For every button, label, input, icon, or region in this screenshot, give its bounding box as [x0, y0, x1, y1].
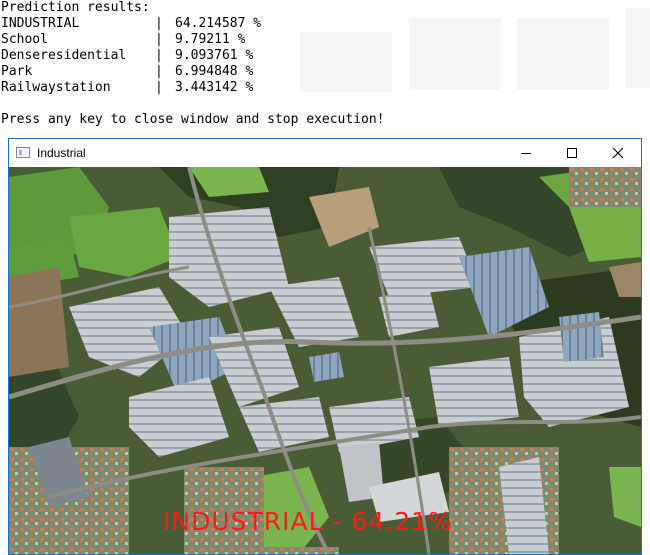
result-row: Railwaystation | 3.443142 % [1, 80, 385, 96]
background-thumbnail [625, 8, 650, 88]
probability-value: 9.093761 % [175, 48, 254, 63]
aerial-image: INDUSTRIAL - 64.21% [9, 167, 641, 554]
result-row: School | 9.79211 % [1, 32, 385, 48]
class-name: Denseresidential [1, 48, 127, 63]
class-name: Park [1, 64, 33, 79]
close-icon [612, 147, 624, 158]
probability-value: 3.443142 % [175, 80, 254, 95]
console-header: Prediction results: [1, 0, 150, 15]
maximize-icon [567, 147, 577, 158]
close-button[interactable] [595, 139, 641, 166]
separator: | [155, 64, 163, 79]
background-thumbnail [517, 18, 609, 90]
probability-value: 9.79211 % [175, 32, 246, 47]
separator: | [155, 16, 163, 31]
class-name: Railwaystation [1, 80, 111, 95]
probability-value: 64.214587 % [175, 16, 262, 31]
image-window[interactable]: Industrial INDUSTRIAL - 64.21% [8, 138, 642, 555]
separator: | [155, 48, 163, 63]
console-output: Prediction results: INDUSTRIAL | 64.214587 … [1, 0, 385, 128]
separator: | [155, 32, 163, 47]
class-name: INDUSTRIAL [1, 16, 80, 31]
background-thumbnail [409, 18, 501, 90]
result-row: Denseresidential | 9.093761 % [1, 48, 385, 64]
window-title: Industrial [37, 145, 86, 160]
minimize-icon [521, 152, 531, 154]
probability-value: 6.994848 % [175, 64, 254, 79]
aerial-photo-graphic [9, 167, 641, 554]
separator: | [155, 80, 163, 95]
result-row: INDUSTRIAL | 64.214587 % [1, 16, 385, 32]
window-titlebar[interactable]: Industrial [9, 139, 641, 166]
prediction-overlay-label: INDUSTRIAL - 64.21% [163, 507, 453, 536]
class-name: School [1, 32, 48, 47]
window-controls [503, 139, 641, 166]
minimize-button[interactable] [503, 139, 549, 166]
console-footer: Press any key to close window and stop e… [1, 112, 385, 127]
maximize-button[interactable] [549, 139, 595, 166]
result-row: Park | 6.994848 % [1, 64, 385, 80]
app-icon [16, 147, 30, 158]
